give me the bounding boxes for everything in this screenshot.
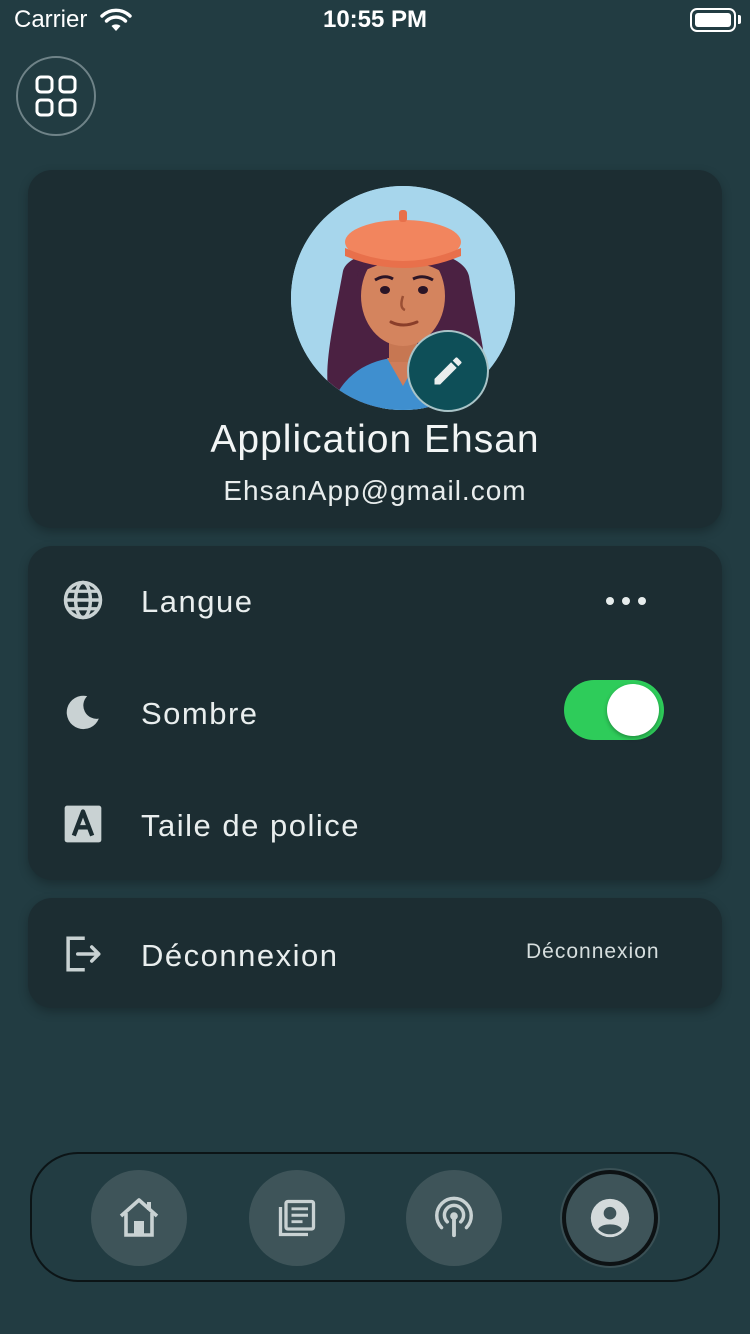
dark-mode-toggle[interactable] — [564, 680, 664, 740]
pencil-icon — [434, 357, 462, 385]
home-icon — [119, 1198, 159, 1237]
font-size-label: Taile de police — [141, 808, 360, 843]
moon-icon — [62, 691, 104, 733]
edit-avatar-button[interactable] — [407, 330, 489, 412]
nav-news-button[interactable] — [249, 1170, 345, 1266]
globe-icon — [62, 579, 104, 621]
font-size-icon — [62, 803, 104, 845]
settings-row-language[interactable]: Langue — [28, 554, 722, 644]
profile-screen: Carrier 10:55 PM Application Ehsan Ehsan… — [0, 0, 750, 1334]
menu-grid-button[interactable] — [16, 56, 96, 136]
battery-tip — [738, 15, 741, 24]
podcast-icon — [435, 1196, 473, 1238]
nav-podcast-button[interactable] — [406, 1170, 502, 1266]
profile-icon — [590, 1198, 630, 1238]
profile-card: Application Ehsan EhsanApp@gmail.com — [28, 170, 722, 528]
more-dot — [622, 597, 630, 605]
news-icon — [278, 1199, 316, 1237]
logout-card: Déconnexion Déconnexion — [28, 898, 722, 1008]
settings-row-font-size[interactable]: Taile de police — [28, 778, 722, 868]
dark-mode-label: Sombre — [141, 696, 259, 731]
nav-profile-button[interactable] — [562, 1170, 658, 1266]
more-dot — [606, 597, 614, 605]
more-dot — [638, 597, 646, 605]
status-time: 10:55 PM — [322, 6, 428, 33]
profile-name: Application Ehsan — [210, 418, 540, 461]
logout-button[interactable]: Déconnexion — [526, 940, 660, 964]
grid-icon — [35, 75, 77, 117]
settings-card: Langue Sombre Taile de police — [28, 546, 722, 880]
profile-email: EhsanApp@gmail.com — [223, 475, 527, 506]
language-label: Langue — [141, 584, 254, 619]
logout-icon — [62, 933, 104, 975]
bottom-nav — [30, 1152, 720, 1282]
language-more-button[interactable] — [606, 594, 646, 608]
status-bar: Carrier 10:55 PM — [0, 0, 750, 40]
toggle-knob — [607, 684, 659, 736]
battery-icon — [690, 8, 736, 32]
logout-label: Déconnexion — [141, 938, 339, 973]
nav-home-button[interactable] — [91, 1170, 187, 1266]
